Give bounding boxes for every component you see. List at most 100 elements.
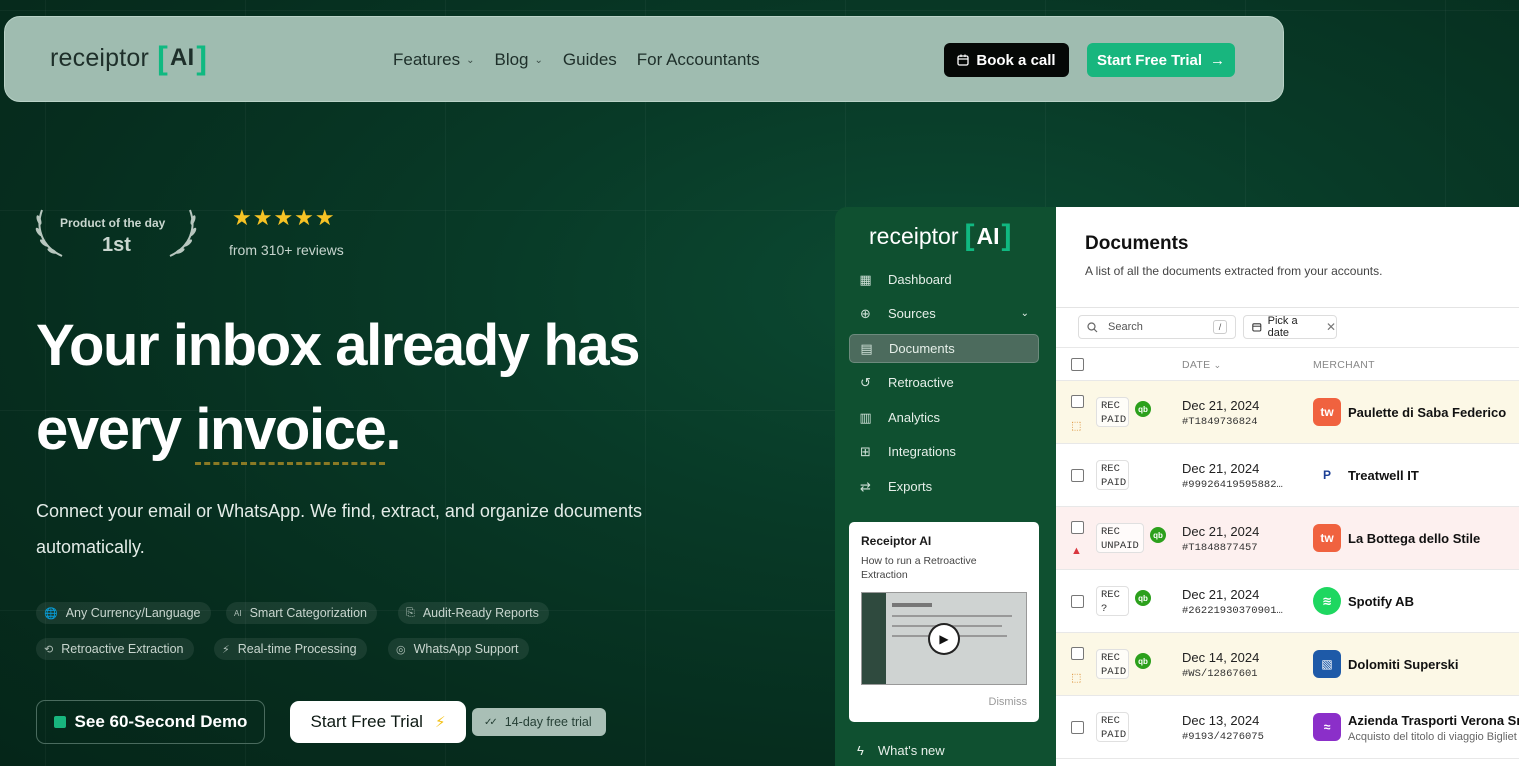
globe-icon: 🌐: [44, 607, 58, 620]
whats-new-link[interactable]: ϟ What's new: [857, 743, 945, 758]
sidebar-item-dashboard[interactable]: ▦ Dashboard: [849, 265, 1039, 294]
status-badge: REC PAID: [1096, 397, 1129, 427]
sidebar-item-integrations[interactable]: ⊞ Integrations: [849, 437, 1039, 466]
logo-bracket-left: [: [157, 40, 168, 76]
merchant-logo-icon: ▧: [1313, 650, 1341, 678]
shortcut-key: /: [1213, 320, 1227, 334]
row-checkbox[interactable]: [1071, 721, 1084, 734]
card-subtitle: How to run a Retroactive Extraction: [861, 555, 977, 581]
integrations-icon: ⊞: [860, 443, 871, 459]
row-checkbox[interactable]: [1071, 647, 1084, 660]
select-all-checkbox[interactable]: [1071, 358, 1084, 371]
nav-link-guides[interactable]: Guides: [563, 50, 617, 70]
start-label: Start Free Trial: [310, 712, 423, 731]
sidebar-item-exports[interactable]: ⇄ Exports: [849, 472, 1039, 501]
chip-realtime: ⚡ Real-time Processing: [214, 638, 367, 660]
badge-rank: 1st: [102, 234, 131, 256]
row-id: #WS/12867601: [1182, 668, 1258, 680]
close-icon[interactable]: ✕: [1326, 320, 1336, 334]
thumbnail-sidebar: [862, 593, 886, 684]
demo-button[interactable]: See 60-Second Demo: [36, 700, 265, 744]
row-checkbox[interactable]: [1071, 395, 1084, 408]
analytics-icon: ▥: [859, 409, 872, 425]
dismiss-link[interactable]: Dismiss: [989, 696, 1028, 708]
sidebar-item-documents[interactable]: ▤ Documents: [849, 334, 1039, 363]
quickbooks-icon: qb: [1135, 401, 1151, 417]
double-check-icon: ✓✓: [484, 716, 498, 728]
row-date: Dec 14, 2024: [1182, 650, 1260, 665]
video-thumbnail[interactable]: ▶: [861, 592, 1027, 685]
hero-title: Your inbox already has every invoice.: [36, 304, 736, 472]
arrow-right-icon: →: [1210, 51, 1226, 69]
start-free-trial-nav-button[interactable]: Start Free Trial →: [1087, 43, 1235, 77]
nav-link-blog[interactable]: Blog ⌄: [494, 50, 542, 70]
row-date: Dec 21, 2024: [1182, 587, 1260, 602]
product-of-day-badge: Product of the day 1st: [32, 206, 200, 262]
search-icon: [1087, 321, 1098, 332]
chevron-down-icon: ⌄: [466, 54, 475, 66]
hero-subtitle: Connect your email or WhatsApp. We find,…: [36, 501, 642, 557]
table-row[interactable]: REC PAID Dec 13, 2024 #9193/4276075 ≈ Azienda…: [1056, 696, 1519, 759]
tutorial-card: Receiptor AI How to run a Retroactive Ex…: [849, 522, 1039, 722]
merchant-logo-icon: tw: [1313, 398, 1341, 426]
row-checkbox[interactable]: [1071, 521, 1084, 534]
sidebar-item-analytics[interactable]: ▥ Analytics: [849, 403, 1039, 432]
dashboard-icon: ▦: [859, 271, 872, 287]
row-date: Dec 13, 2024: [1182, 713, 1260, 728]
row-checkbox[interactable]: [1071, 469, 1084, 482]
warning-icon: ▲: [1071, 545, 1082, 557]
merchant-name: Azienda Trasporti Verona Srl: [1348, 713, 1519, 728]
page-subtitle: A list of all the documents extracted fr…: [1085, 264, 1383, 278]
play-icon[interactable]: ▶: [930, 625, 958, 653]
ai-icon: AI: [234, 608, 242, 618]
merchant-logo-icon: ≈: [1313, 713, 1341, 741]
sources-icon: ⊕: [860, 305, 871, 321]
row-date: Dec 21, 2024: [1182, 398, 1260, 413]
chevron-down-icon: ⌄: [1213, 360, 1222, 370]
search-input[interactable]: Search /: [1078, 315, 1236, 339]
merchant-name: Spotify AB: [1348, 594, 1414, 609]
nav-link-features[interactable]: Features ⌄: [393, 50, 474, 70]
date-picker[interactable]: Pick a date ✕: [1243, 315, 1337, 339]
app-preview: receiptor [AI] ▦ Dashboard ⊕ Sources ⌄ ▤ Doc…: [835, 207, 1519, 766]
table-header: DATE ⌄ MERCHANT: [1056, 347, 1519, 381]
merchant-name: La Bottega dello Stile: [1348, 531, 1481, 546]
nav-link-for-accountants[interactable]: For Accountants: [637, 50, 760, 70]
hero-title-line2-prefix: every: [36, 397, 196, 462]
quickbooks-icon: qb: [1135, 653, 1151, 669]
hero-title-line1: Your inbox already has: [36, 313, 640, 378]
col-merchant: MERCHANT: [1313, 359, 1375, 371]
top-navbar: receiptor [ AI ] Features ⌄ Blog ⌄ Guides …: [4, 16, 1284, 102]
row-id: #T1849736824: [1182, 416, 1258, 428]
book-call-button[interactable]: Book a call: [944, 43, 1069, 77]
status-badge: REC PAID: [1096, 649, 1129, 679]
sidebar-item-sources[interactable]: ⊕ Sources ⌄: [849, 299, 1039, 328]
table-row[interactable]: ⬚ REC PAID qb Dec 21, 2024 #T1849736824 tw Paul…: [1056, 381, 1519, 444]
badge-label: Product of the day: [60, 216, 166, 230]
start-free-trial-button[interactable]: Start Free Trial ⚡: [290, 701, 466, 743]
row-id: #T1848877457: [1182, 542, 1258, 554]
nav-links: Features ⌄ Blog ⌄ Guides For Accountants: [393, 50, 760, 70]
sidebar-item-retroactive[interactable]: ↺ Retroactive: [849, 368, 1039, 397]
site-logo[interactable]: receiptor [ AI ]: [50, 42, 207, 74]
table-row[interactable]: REC? qb Dec 21, 2024 #26221930370901… ≋ Spoti…: [1056, 570, 1519, 633]
chip-whatsapp: ◎ WhatsApp Support: [388, 638, 529, 660]
card-title: Receiptor AI: [861, 534, 932, 548]
thumbnail-line: [892, 615, 1012, 617]
table-row[interactable]: ▲ REC UNPAID qb Dec 21, 2024 #T1848877457 tw La…: [1056, 507, 1519, 570]
col-date[interactable]: DATE ⌄: [1182, 359, 1222, 371]
table-row[interactable]: REC PAID Dec 21, 2024 #99926419595882… P Trea…: [1056, 444, 1519, 507]
status-badge: REC PAID: [1096, 460, 1129, 490]
video-icon: [53, 716, 66, 728]
whatsapp-icon: ◎: [396, 643, 406, 656]
chip-retroactive: ⟲ Retroactive Extraction: [36, 638, 194, 660]
merchant-logo-icon: P: [1313, 461, 1341, 489]
hero-title-highlight: invoice: [195, 397, 387, 465]
merchant-logo-icon: ≋: [1313, 587, 1341, 615]
history-icon: ↺: [860, 374, 871, 390]
chip-smart-categorization: AI Smart Categorization: [226, 602, 377, 624]
quickbooks-icon: qb: [1135, 590, 1151, 606]
document-icon: ▤: [860, 340, 873, 356]
table-row[interactable]: ⬚ REC PAID qb Dec 14, 2024 #WS/12867601 ▧ Dolom…: [1056, 633, 1519, 696]
row-checkbox[interactable]: [1071, 595, 1084, 608]
